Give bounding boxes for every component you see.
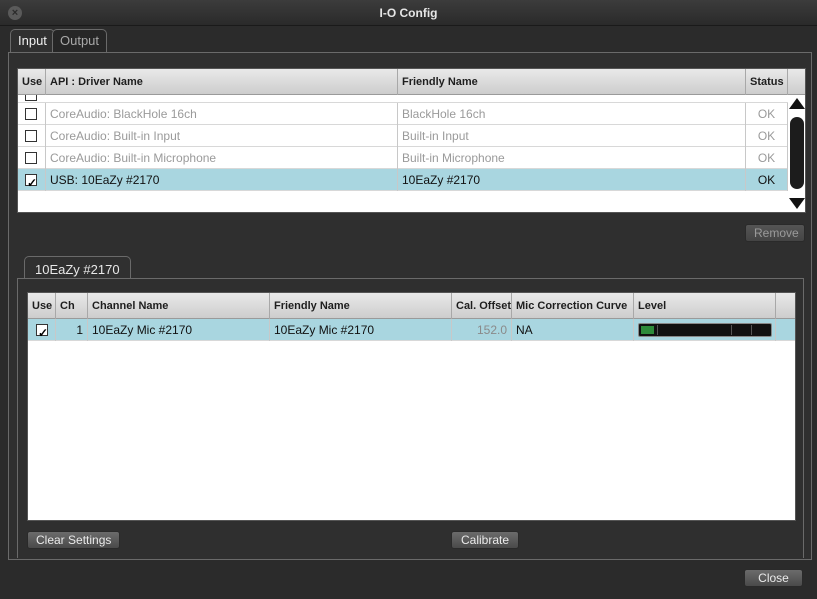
table-row[interactable]: CoreAudio: BlackHole 16ch BlackHole 16ch…	[18, 103, 788, 125]
col-api-driver-name[interactable]: API : Driver Name	[46, 69, 398, 95]
tab-input[interactable]: Input	[10, 29, 55, 53]
col-level[interactable]: Level	[634, 293, 776, 319]
mic-correction-curve[interactable]: NA	[512, 319, 634, 341]
use-cell	[18, 169, 46, 191]
col-use[interactable]: Use	[28, 293, 56, 319]
use-cell	[18, 103, 46, 125]
level-meter-fill	[641, 326, 654, 334]
table-row[interactable]: CoreAudio: Built-in Microphone Built-in …	[18, 147, 788, 169]
scrollbar-thumb[interactable]	[790, 117, 804, 189]
level-meter	[638, 323, 772, 337]
use-cell	[18, 125, 46, 147]
cal-offset: 152.0	[452, 319, 512, 341]
channels-table: Use Ch Channel Name Friendly Name Cal. O…	[27, 292, 796, 521]
col-friendly-name[interactable]: Friendly Name	[270, 293, 452, 319]
table-row-empty	[18, 191, 788, 212]
channel-number: 1	[56, 319, 88, 341]
table-row-selected[interactable]: 1 10EaZy Mic #2170 10EaZy Mic #2170 152.…	[28, 319, 795, 341]
level-meter-tick	[751, 325, 752, 335]
filler-cell	[776, 319, 795, 341]
api-driver-name: CoreAudio: Built-in Input	[46, 125, 398, 147]
level-meter-tick	[731, 325, 732, 335]
level-cell	[634, 319, 776, 341]
table-row-clipped	[18, 95, 788, 103]
friendly-name[interactable]: 10EaZy #2170	[398, 169, 746, 191]
clear-settings-button[interactable]: Clear Settings	[27, 531, 121, 549]
col-mic-correction-curve[interactable]: Mic Correction Curve	[512, 293, 634, 319]
use-checkbox-checked[interactable]	[36, 322, 48, 341]
col-cal-offset[interactable]: Cal. Offset	[452, 293, 512, 319]
use-cell	[28, 319, 56, 341]
use-cell	[18, 147, 46, 169]
status: OK	[746, 169, 788, 191]
col-channel-name[interactable]: Channel Name	[88, 293, 270, 319]
drivers-table-header: Use API : Driver Name Friendly Name Stat…	[18, 69, 805, 95]
col-use[interactable]: Use	[18, 69, 46, 95]
calibrate-button[interactable]: Calibrate	[451, 531, 519, 549]
drivers-scrollbar[interactable]	[788, 95, 805, 212]
use-checkbox-checked[interactable]	[25, 172, 37, 191]
channels-table-header: Use Ch Channel Name Friendly Name Cal. O…	[28, 293, 795, 319]
title-bar: × I-O Config	[0, 0, 817, 26]
scroll-down-arrow-icon[interactable]	[789, 198, 805, 209]
use-checkbox[interactable]	[25, 152, 37, 164]
api-driver-name: USB: 10EaZy #2170	[46, 169, 398, 191]
status: OK	[746, 103, 788, 125]
level-meter-tick	[657, 325, 658, 335]
scroll-up-arrow-icon[interactable]	[789, 98, 805, 109]
api-driver-name: CoreAudio: BlackHole 16ch	[46, 103, 398, 125]
tab-output[interactable]: Output	[52, 29, 108, 53]
use-checkbox[interactable]	[25, 95, 37, 101]
table-row-selected[interactable]: USB: 10EaZy #2170 10EaZy #2170 OK	[18, 169, 788, 191]
friendly-name[interactable]: Built-in Input	[398, 125, 746, 147]
close-button[interactable]: Close	[744, 569, 803, 587]
friendly-name[interactable]: BlackHole 16ch	[398, 103, 746, 125]
use-checkbox[interactable]	[25, 130, 37, 142]
use-checkbox[interactable]	[25, 108, 37, 120]
channel-friendly-name[interactable]: 10EaZy Mic #2170	[270, 319, 452, 341]
col-ch[interactable]: Ch	[56, 293, 88, 319]
status: OK	[746, 125, 788, 147]
col-friendly-name[interactable]: Friendly Name	[398, 69, 746, 95]
api-driver-name: CoreAudio: Built-in Microphone	[46, 147, 398, 169]
window-title: I-O Config	[379, 6, 438, 20]
channel-name: 10EaZy Mic #2170	[88, 319, 270, 341]
friendly-name[interactable]: Built-in Microphone	[398, 147, 746, 169]
table-row[interactable]: CoreAudio: Built-in Input Built-in Input…	[18, 125, 788, 147]
status: OK	[746, 147, 788, 169]
col-status[interactable]: Status	[746, 69, 788, 95]
device-panel: Use Ch Channel Name Friendly Name Cal. O…	[17, 278, 804, 558]
remove-button[interactable]: Remove	[745, 224, 805, 242]
drivers-table: Use API : Driver Name Friendly Name Stat…	[17, 68, 806, 213]
